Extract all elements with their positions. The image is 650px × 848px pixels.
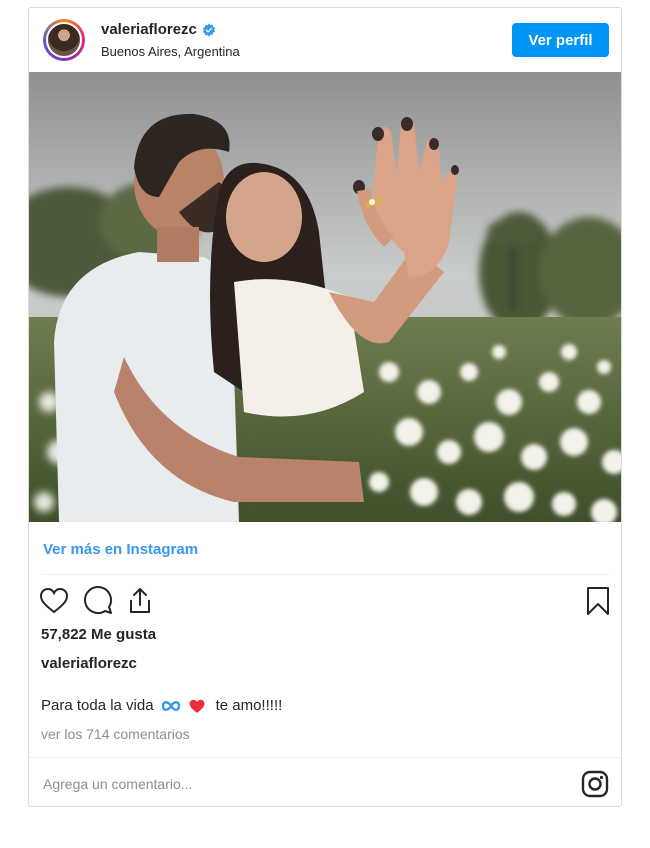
likes-count[interactable]: 57,822 Me gusta (41, 626, 156, 643)
username-link[interactable]: valeriaflorezc (101, 21, 197, 38)
instagram-icon[interactable] (581, 770, 609, 798)
instagram-embed-card: valeriaflorezc Buenos Aires, Argentina V… (28, 7, 622, 807)
bookmark-icon[interactable] (583, 586, 613, 616)
share-icon[interactable] (125, 586, 155, 616)
post-caption: Para toda la vida te amo!!!!! (41, 697, 282, 714)
location-link[interactable]: Buenos Aires, Argentina (101, 44, 240, 59)
post-photo[interactable] (29, 72, 621, 522)
red-heart-icon (189, 699, 205, 713)
comment-bar (29, 757, 621, 808)
view-comments-link[interactable]: ver los 714 comentarios (41, 726, 190, 742)
divider (41, 574, 609, 575)
caption-text-end: te amo!!!!! (215, 697, 283, 714)
avatar[interactable] (43, 19, 85, 61)
infinity-icon (161, 700, 180, 711)
post-header: valeriaflorezc Buenos Aires, Argentina V… (29, 8, 621, 72)
verified-badge-icon (202, 22, 215, 37)
heart-icon[interactable] (39, 586, 69, 616)
caption-username[interactable]: valeriaflorezc (41, 655, 137, 672)
engagement-photo (29, 72, 621, 522)
view-more-on-instagram-link[interactable]: Ver más en Instagram (43, 541, 198, 558)
view-profile-button[interactable]: Ver perfil (512, 23, 609, 57)
caption-text: Para toda la vida (41, 697, 154, 714)
username-row: valeriaflorezc (101, 21, 216, 38)
avatar-image (46, 22, 82, 58)
comment-input[interactable] (41, 770, 565, 798)
comment-icon[interactable] (83, 586, 113, 616)
action-bar (39, 586, 611, 616)
